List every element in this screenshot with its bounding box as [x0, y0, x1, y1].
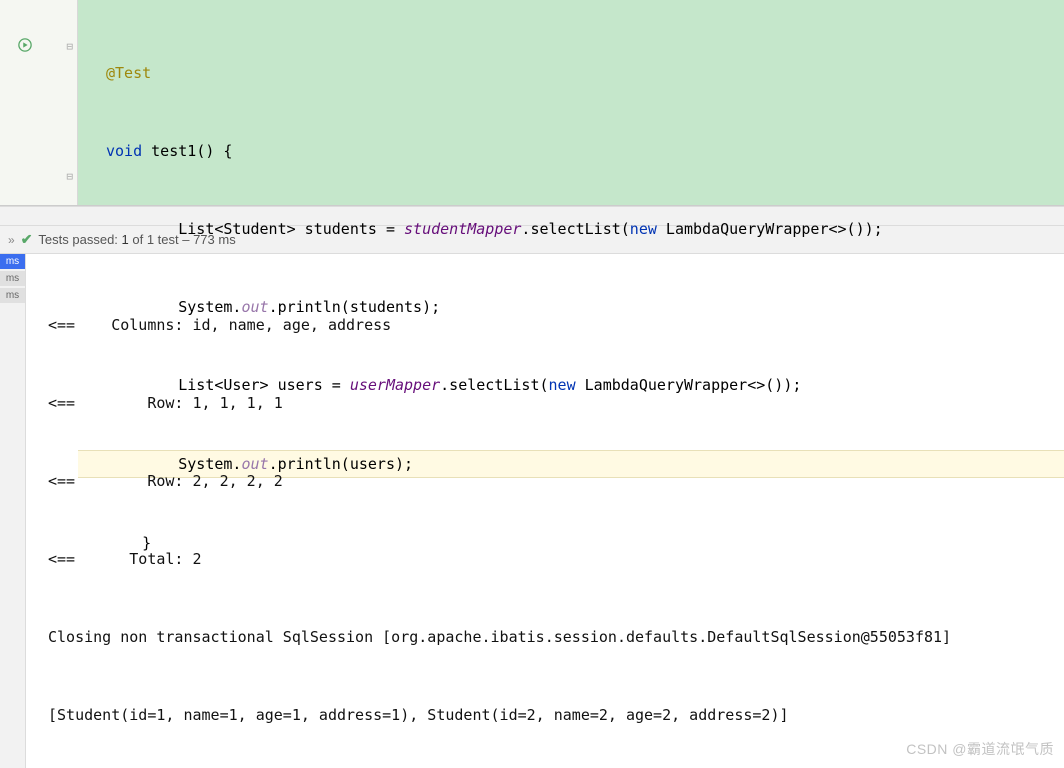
- check-icon: ✔: [21, 231, 33, 248]
- fold-close-icon[interactable]: ⊟: [66, 170, 73, 183]
- code-text: .selectList(: [521, 220, 629, 238]
- code-text: LambdaQueryWrapper<>());: [657, 220, 883, 238]
- editor-gutter[interactable]: ⊟ ⊟: [0, 0, 78, 205]
- console-output[interactable]: <== Columns: id, name, age, address <== …: [26, 254, 1064, 768]
- expand-icon[interactable]: »: [8, 233, 15, 247]
- tab-ms[interactable]: ms: [0, 271, 25, 286]
- keyword: void: [106, 142, 142, 160]
- console-line: <== Total: 2: [48, 546, 1064, 572]
- console-panel: ms ms ms <== Columns: id, name, age, add…: [0, 254, 1064, 768]
- code-text: () {: [196, 142, 232, 160]
- code-text: List<Student> students =: [106, 220, 404, 238]
- console-line: <== Row: 2, 2, 2, 2: [48, 468, 1064, 494]
- method-name: test1: [151, 142, 196, 160]
- keyword: new: [630, 220, 657, 238]
- code-editor[interactable]: ⊟ ⊟ @Test void test1() { List<Student> s…: [0, 0, 1064, 206]
- fold-open-icon[interactable]: ⊟: [66, 40, 73, 53]
- console-line: [Student(id=1, name=1, age=1, address=1)…: [48, 702, 1064, 728]
- console-line: <== Row: 1, 1, 1, 1: [48, 390, 1064, 416]
- run-icon[interactable]: [18, 38, 32, 52]
- field-ref: studentMapper: [404, 220, 521, 238]
- console-line: <== Columns: id, name, age, address: [48, 312, 1064, 338]
- code-content[interactable]: @Test void test1() { List<Student> stude…: [78, 0, 1064, 205]
- annotation: @Test: [106, 64, 151, 82]
- watermark-text: CSDN @霸道流氓气质: [906, 736, 1054, 762]
- tab-ms-active[interactable]: ms: [0, 254, 25, 269]
- tab-ms[interactable]: ms: [0, 288, 25, 303]
- console-tab-column: ms ms ms: [0, 254, 26, 768]
- console-line: Closing non transactional SqlSession [or…: [48, 624, 1064, 650]
